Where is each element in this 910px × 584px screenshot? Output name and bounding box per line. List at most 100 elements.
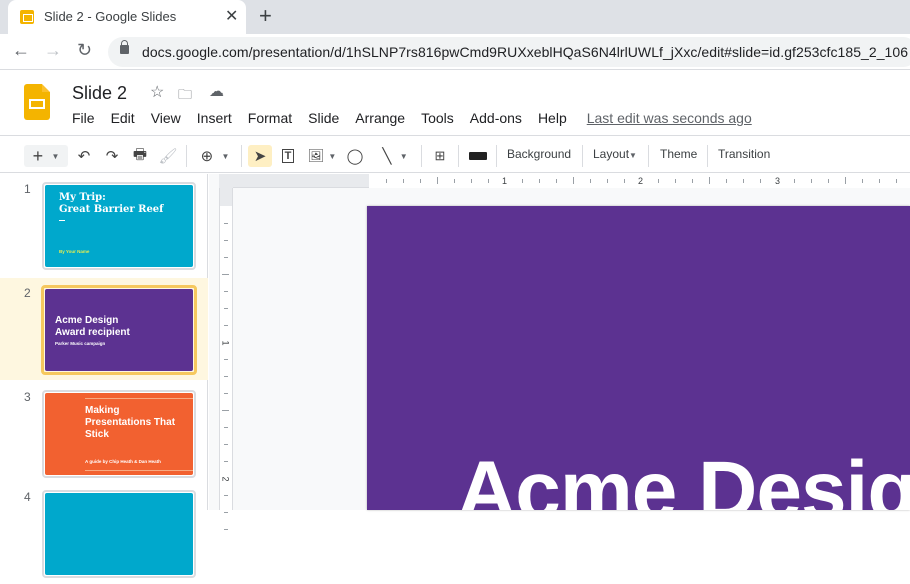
plus-icon: + <box>32 145 44 166</box>
toolbar-divider <box>648 145 649 167</box>
slide-preview: My Trip: Great Barrier Reef By Your Name <box>45 185 193 267</box>
menu-file[interactable]: File <box>72 110 95 126</box>
line-button[interactable]: ╲ ▼ <box>375 145 415 167</box>
slide-title: My Trip: Great Barrier Reef <box>59 192 164 215</box>
slide-title-text[interactable]: Acme Design <box>457 444 910 510</box>
ruler-tick <box>488 179 489 183</box>
slide-thumbnail-row-selected[interactable]: 2 Acme Design Award recipient Parker Musi… <box>0 278 208 380</box>
decorative-line <box>85 470 193 471</box>
select-tool-button[interactable]: ➤ <box>248 145 272 167</box>
menu-arrange[interactable]: Arrange <box>355 110 405 126</box>
transition-button[interactable]: Transition <box>718 147 770 161</box>
paint-format-icon: 🖌 <box>158 148 178 165</box>
redo-icon: ↷ <box>105 148 119 165</box>
browser-tab[interactable]: Slide 2 - Google Slides ✕ <box>8 0 246 34</box>
menu-slide[interactable]: Slide <box>308 110 339 126</box>
ruler-margin-area <box>220 188 232 206</box>
address-bar[interactable]: docs.google.com/presentation/d/1hSLNP7rs… <box>108 37 910 67</box>
slide-thumbnail[interactable]: Making Presentations That Stick A guide by… <box>42 390 196 478</box>
ruler-tick <box>224 240 228 241</box>
slide-thumbnail[interactable]: Acme Design Award recipient Parker Music … <box>41 285 197 375</box>
slide-thumbnail-row[interactable]: 3 Making Presentations That Stick A guide … <box>0 382 208 484</box>
ruler-tick <box>224 512 228 513</box>
slide-thumbnail-row[interactable]: 4 <box>0 482 208 584</box>
menu-help[interactable]: Help <box>538 110 567 126</box>
ruler-tick <box>222 410 229 411</box>
text-box-button[interactable]: T <box>278 145 298 167</box>
horizontal-ruler[interactable]: 1 2 3 <box>233 174 910 188</box>
cloud-saved-icon[interactable]: ☁ <box>209 82 224 100</box>
layout-button[interactable]: Layout▼ <box>593 147 637 161</box>
ruler-tick <box>224 223 228 224</box>
menu-addons[interactable]: Add-ons <box>470 110 522 126</box>
redo-button[interactable]: ↷ <box>102 145 122 167</box>
toolbar: + ▼ ↶ ↷ 🖶 🖌 ⊕ ▼ ➤ T 🖼 ▼ ◯ ╲ ▼ ⊞ Backgrou… <box>0 137 910 173</box>
slide-filmstrip: 1 My Trip: Great Barrier Reef By Your Nam… <box>0 174 208 578</box>
slides-logo-icon[interactable] <box>24 84 50 120</box>
layout-label: Layout <box>593 147 630 161</box>
ruler-tick <box>794 179 795 183</box>
slide-canvas[interactable]: Acme Design <box>367 206 910 510</box>
input-tools-button[interactable] <box>467 145 489 167</box>
ruler-tick <box>675 179 676 183</box>
menu-format[interactable]: Format <box>248 110 292 126</box>
menu-tools[interactable]: Tools <box>421 110 454 126</box>
chevron-down-icon: ▼ <box>629 151 637 160</box>
ruler-tick <box>658 179 659 183</box>
move-folder-icon[interactable]: 🗀 <box>178 84 192 108</box>
ruler-tick <box>522 179 523 183</box>
slides-favicon-icon <box>20 10 34 24</box>
slide-thumbnail-row[interactable]: 1 My Trip: Great Barrier Reef By Your Nam… <box>0 174 208 276</box>
lock-icon[interactable] <box>120 40 129 54</box>
browser-tab-strip: Slide 2 - Google Slides ✕ + <box>0 0 910 34</box>
url-text[interactable]: docs.google.com/presentation/d/1hSLNP7rs… <box>142 44 908 60</box>
slide-subtitle: By Your Name <box>59 249 90 254</box>
vertical-ruler[interactable]: 1 2 <box>219 188 233 530</box>
shape-button[interactable]: ◯ <box>345 145 365 167</box>
forward-icon[interactable]: → <box>44 40 62 61</box>
zoom-button[interactable]: ⊕ ▼ <box>196 145 234 167</box>
ruler-tick <box>624 179 625 183</box>
insert-image-button[interactable]: 🖼 ▼ <box>306 145 338 167</box>
last-edit-link[interactable]: Last edit was seconds ago <box>587 110 752 126</box>
star-icon[interactable]: ☆ <box>150 82 164 102</box>
slide-number: 2 <box>24 286 31 300</box>
menu-view[interactable]: View <box>151 110 181 126</box>
chevron-down-icon: ▼ <box>399 151 408 161</box>
ruler-tick <box>437 177 438 184</box>
ruler-tick <box>403 179 404 183</box>
slide-editor: 1 2 3 1 2 Acme Design <box>209 174 910 530</box>
menu-edit[interactable]: Edit <box>111 110 135 126</box>
slide-thumbnail[interactable]: My Trip: Great Barrier Reef By Your Name <box>42 182 196 270</box>
ruler-tick <box>224 529 228 530</box>
ruler-tick <box>556 179 557 183</box>
ruler-corner <box>219 174 233 188</box>
reload-icon[interactable]: ↻ <box>77 40 92 61</box>
ruler-tick <box>743 179 744 183</box>
toolbar-divider <box>458 145 459 167</box>
new-tab-icon[interactable]: + <box>259 3 272 29</box>
back-icon[interactable]: ← <box>12 40 30 61</box>
new-slide-button[interactable]: + ▼ <box>24 145 68 167</box>
ruler-tick <box>224 427 228 428</box>
theme-button[interactable]: Theme <box>660 147 697 161</box>
background-button[interactable]: Background <box>507 147 571 161</box>
app-header: Slide 2 ☆ 🗀 ☁ File Edit View Insert Form… <box>0 70 910 136</box>
ruler-tick <box>862 179 863 183</box>
undo-button[interactable]: ↶ <box>74 145 94 167</box>
ruler-tick <box>590 179 591 183</box>
print-button[interactable]: 🖶 <box>130 145 150 167</box>
ruler-tick <box>420 179 421 183</box>
zoom-in-icon: ⊕ <box>200 148 214 165</box>
toolbar-divider <box>707 145 708 167</box>
close-tab-icon[interactable]: ✕ <box>225 6 238 26</box>
ruler-label: 2 <box>220 476 231 482</box>
add-comment-button[interactable]: ⊞ <box>430 145 450 167</box>
ruler-tick <box>879 179 880 183</box>
menu-insert[interactable]: Insert <box>197 110 232 126</box>
slide-thumbnail[interactable] <box>42 490 196 578</box>
document-title[interactable]: Slide 2 <box>72 83 127 104</box>
paint-format-button[interactable]: 🖌 <box>158 145 178 167</box>
ruler-tick <box>845 177 846 184</box>
toolbar-divider <box>496 145 497 167</box>
